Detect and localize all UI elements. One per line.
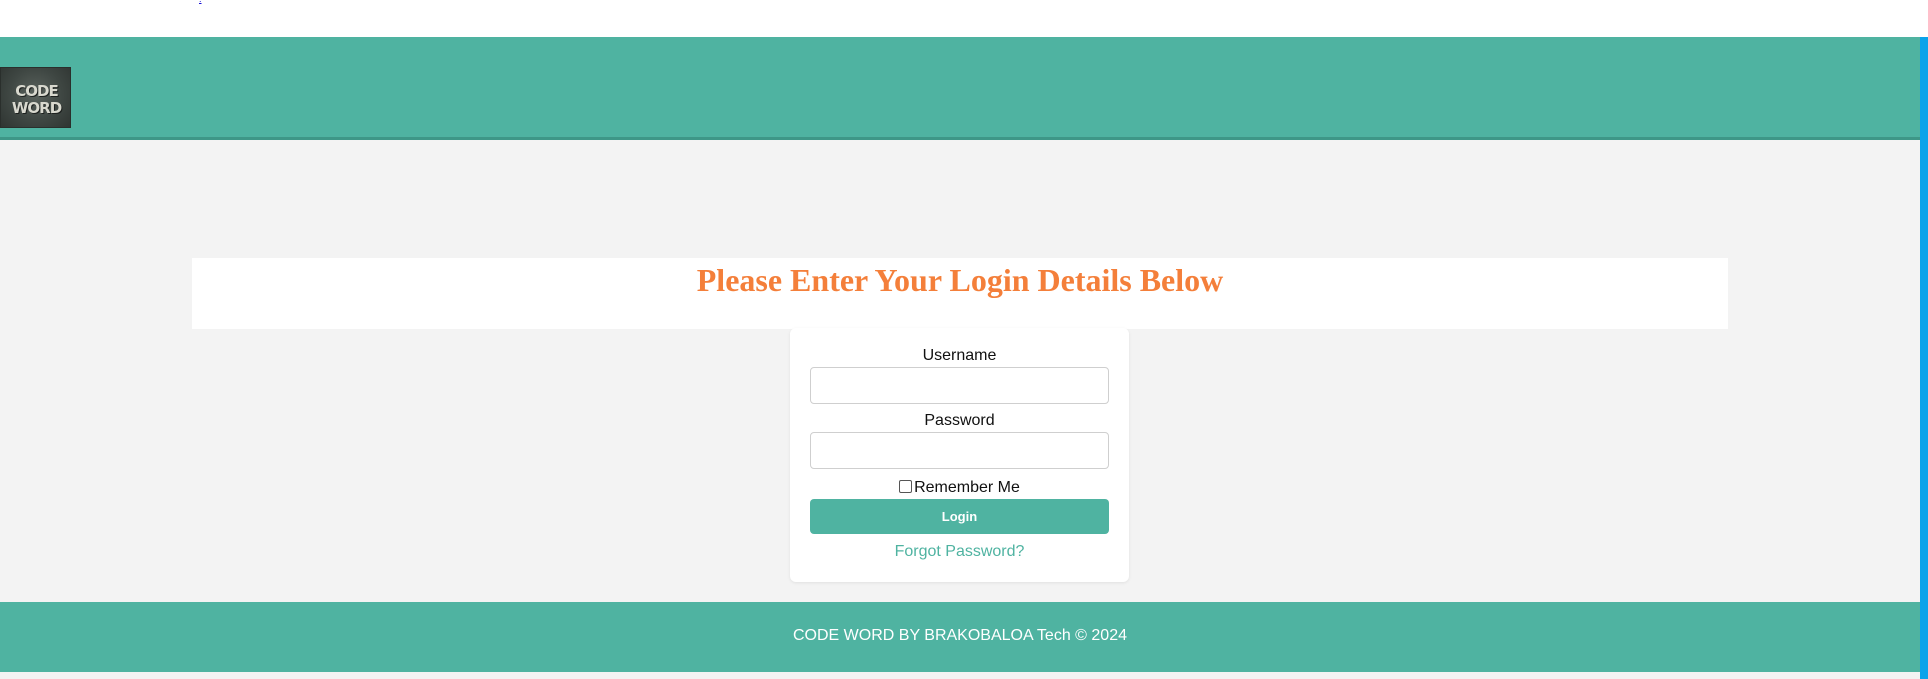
site-header: CODE WORD <box>0 37 1920 140</box>
title-banner: Please Enter Your Login Details Below <box>192 258 1728 329</box>
site-footer: CODE WORD BY BRAKOBALOA Tech © 2024 <box>0 602 1920 672</box>
bottom-strip <box>0 672 1920 679</box>
top-link[interactable]: . <box>199 0 202 4</box>
logo-text-line-2: WORD <box>11 99 62 117</box>
remember-me-label[interactable]: Remember Me <box>914 479 1020 496</box>
page: . CODE WORD Please Enter Your Login Deta… <box>0 0 1928 679</box>
top-strip: . <box>0 0 1928 37</box>
remember-me-row: Remember Me <box>790 478 1129 498</box>
username-input[interactable] <box>810 367 1109 404</box>
login-button[interactable]: Login <box>810 499 1109 534</box>
password-label: Password <box>924 412 995 429</box>
login-form: Username Password Remember Me Login Forg… <box>790 328 1129 582</box>
username-label: Username <box>922 347 997 364</box>
scrollbar-edge[interactable] <box>1920 37 1928 679</box>
logo-text-line-1: CODE <box>15 82 58 100</box>
main-content: Please Enter Your Login Details Below Us… <box>0 140 1920 602</box>
remember-me-checkbox[interactable] <box>899 480 913 493</box>
footer-text: CODE WORD BY BRAKOBALOA Tech © 2024 <box>793 627 1127 644</box>
forgot-password-link[interactable]: Forgot Password? <box>790 543 1129 561</box>
code-word-logo[interactable]: CODE WORD <box>0 67 71 128</box>
page-title: Please Enter Your Login Details Below <box>696 262 1224 298</box>
password-input[interactable] <box>810 432 1109 469</box>
